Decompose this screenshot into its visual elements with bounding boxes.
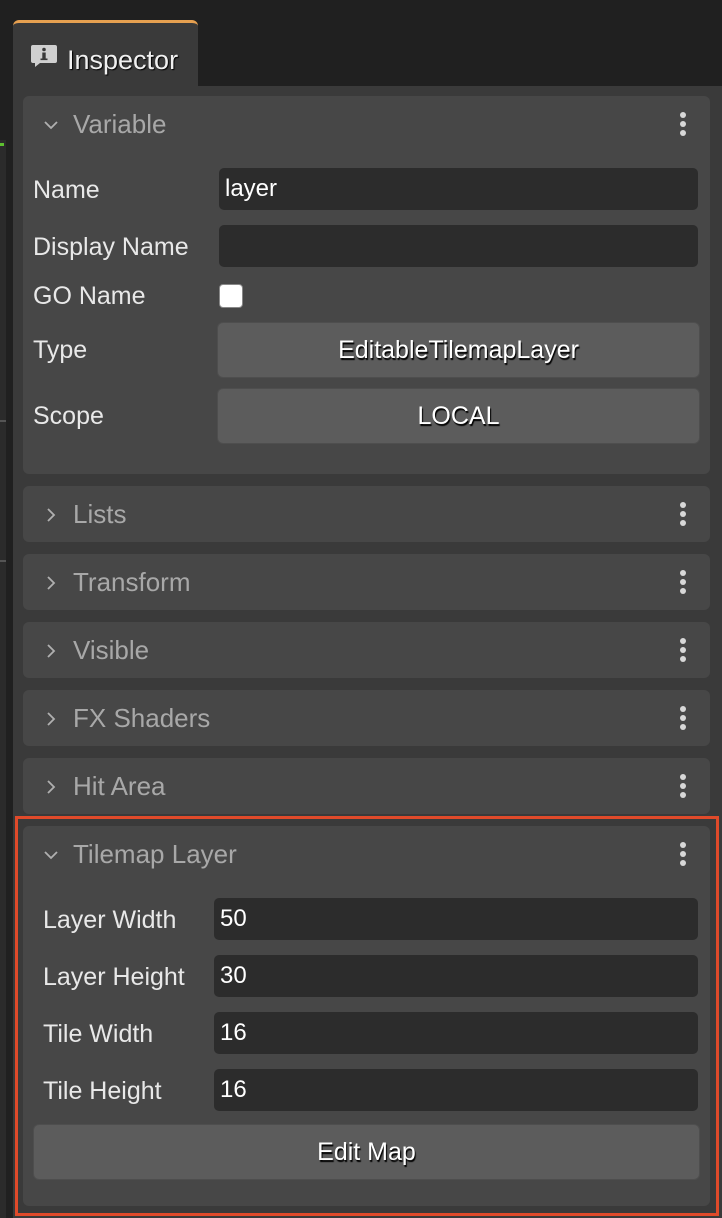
name-input[interactable]: layer	[219, 168, 698, 210]
section-transform[interactable]: Transform	[23, 554, 710, 610]
display-name-label: Display Name	[33, 233, 189, 261]
edit-map-button[interactable]: Edit Map	[33, 1124, 700, 1180]
layer-height-input[interactable]: 30	[214, 955, 698, 997]
go-name-checkbox[interactable]	[219, 284, 243, 308]
divider	[0, 420, 6, 422]
section-variable: Variable Name layer Display Name GO Name…	[23, 96, 710, 474]
type-selector-button[interactable]: EditableTilemapLayer	[217, 322, 700, 378]
tile-width-input[interactable]: 16	[214, 1012, 698, 1054]
chevron-right-icon	[47, 712, 56, 726]
tab-title: Inspector	[67, 45, 179, 75]
tile-width-label: Tile Width	[43, 1020, 154, 1048]
info-bubble-icon	[31, 45, 57, 67]
chevron-down-icon	[44, 851, 58, 860]
section-hit-area[interactable]: Hit Area	[23, 758, 710, 814]
chevron-right-icon	[47, 644, 56, 658]
section-title: Lists	[73, 499, 127, 529]
chevron-down-icon	[44, 121, 58, 130]
section-title: Visible	[73, 635, 150, 665]
section-title: FX Shaders	[73, 703, 211, 733]
adjacent-panel-edge	[0, 140, 6, 1218]
section-title: Transform	[73, 567, 191, 597]
go-name-label: GO Name	[33, 282, 146, 310]
name-label: Name	[33, 176, 100, 204]
scope-selector-button[interactable]: LOCAL	[217, 388, 700, 444]
section-tilemap-layer: Tilemap Layer Layer Width 50 Layer Heigh…	[23, 826, 710, 1206]
more-options-icon[interactable]	[678, 706, 688, 734]
section-fx-shaders[interactable]: FX Shaders	[23, 690, 710, 746]
tile-height-label: Tile Height	[43, 1077, 162, 1105]
section-title: Tilemap Layer	[73, 839, 237, 869]
more-options-icon[interactable]	[678, 502, 688, 530]
layer-width-label: Layer Width	[43, 906, 177, 934]
chevron-right-icon	[47, 576, 56, 590]
more-options-icon[interactable]	[678, 112, 688, 140]
more-options-icon[interactable]	[678, 638, 688, 666]
scope-label: Scope	[33, 402, 104, 430]
tab-inspector[interactable]: Inspector	[13, 20, 198, 86]
chevron-right-icon	[47, 508, 56, 522]
section-visible[interactable]: Visible	[23, 622, 710, 678]
status-indicator	[0, 143, 4, 146]
layer-width-input[interactable]: 50	[214, 898, 698, 940]
tile-height-input[interactable]: 16	[214, 1069, 698, 1111]
section-title: Hit Area	[73, 771, 166, 801]
section-title: Variable	[73, 109, 167, 139]
chevron-right-icon	[47, 780, 56, 794]
section-lists[interactable]: Lists	[23, 486, 710, 542]
display-name-input[interactable]	[219, 225, 698, 267]
type-label: Type	[33, 336, 88, 364]
more-options-icon[interactable]	[678, 570, 688, 598]
section-variable-header[interactable]: Variable	[23, 96, 710, 154]
divider	[0, 560, 6, 562]
section-tilemap-header[interactable]: Tilemap Layer	[23, 826, 710, 884]
layer-height-label: Layer Height	[43, 963, 185, 991]
more-options-icon[interactable]	[678, 774, 688, 802]
more-options-icon[interactable]	[678, 842, 688, 870]
